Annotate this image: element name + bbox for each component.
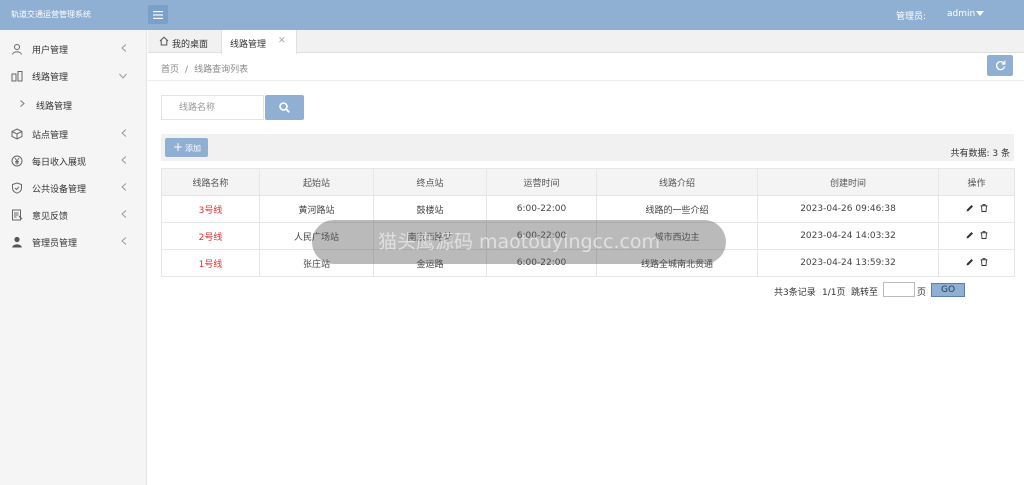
route-intro-cell: 线路的一些介绍	[596, 195, 758, 223]
pagination-pages: 1/1页	[822, 288, 846, 298]
tab-bar: 我的桌面 线路管理 ✕	[148, 30, 1024, 54]
sidebar-item-user-management[interactable]: 用户管理	[0, 35, 147, 62]
admin-user-icon	[12, 236, 22, 248]
admin-label: 管理员:	[896, 12, 927, 22]
column-header-end-station: 终点站	[373, 168, 487, 196]
table-toolbar: + 添加 共有数据: 3 条	[161, 134, 1014, 161]
tab-label: 线路管理	[230, 40, 267, 50]
created-time-cell: 2023-04-24 13:59:32	[757, 249, 939, 277]
top-header-bar: 轨道交通运营管理系统 管理员: admin	[0, 0, 1024, 30]
column-header-start-station: 起始站	[259, 168, 374, 196]
cube-icon	[11, 128, 23, 140]
breadcrumb-separator: /	[185, 65, 189, 75]
column-header-operating-hours: 运营时间	[486, 168, 597, 196]
operating-hours-cell: 6:00-22:00	[486, 195, 597, 223]
sidebar-subitem-label: 线路管理	[36, 102, 73, 112]
tab-label: 我的桌面	[172, 40, 209, 50]
home-icon	[159, 36, 169, 46]
actions-cell	[938, 195, 1015, 223]
hamburger-icon	[153, 11, 163, 19]
chevron-right-icon	[20, 100, 25, 107]
chevron-left-icon	[121, 129, 127, 137]
table-header-row: 线路名称 起始站 终点站 运营时间 线路介绍 创建时间 操作	[161, 168, 1015, 196]
route-name-cell: 1号线	[161, 249, 260, 277]
user-icon	[12, 44, 22, 55]
sidebar-item-daily-income[interactable]: 每日收入展现	[0, 147, 147, 174]
actions-cell	[938, 222, 1015, 250]
created-time-cell: 2023-04-24 14:03:32	[757, 222, 939, 250]
add-button[interactable]: + 添加	[165, 138, 208, 157]
search-icon	[279, 102, 290, 113]
sidebar-item-label: 用户管理	[32, 46, 69, 56]
caret-down-icon[interactable]	[976, 11, 984, 16]
actions-cell	[938, 249, 1015, 277]
sidebar-item-label: 公共设备管理	[32, 185, 87, 195]
tab-route-management[interactable]: 线路管理 ✕	[221, 30, 297, 54]
chevron-left-icon	[121, 237, 127, 245]
column-header-route-intro: 线路介绍	[596, 168, 758, 196]
sidebar-subitem-route-management[interactable]: 线路管理	[0, 91, 147, 118]
route-icon	[11, 71, 23, 82]
chevron-left-icon	[121, 156, 127, 164]
admin-user-menu[interactable]: admin	[947, 9, 975, 19]
column-header-route-name: 线路名称	[161, 168, 260, 196]
close-icon[interactable]: ✕	[278, 36, 286, 46]
sidebar-item-station-management[interactable]: 站点管理	[0, 120, 147, 147]
refresh-button[interactable]	[987, 55, 1013, 76]
chevron-left-icon	[121, 183, 127, 191]
add-button-label: 添加	[185, 144, 201, 153]
breadcrumb: 首页 / 线路查询列表	[161, 62, 248, 75]
sidebar-item-label: 意见反馈	[32, 212, 69, 222]
sidebar-item-public-equipment[interactable]: 公共设备管理	[0, 174, 147, 201]
column-header-created-time: 创建时间	[757, 168, 939, 196]
plus-icon: +	[173, 140, 184, 154]
yen-icon	[11, 155, 23, 167]
delete-icon[interactable]	[980, 257, 988, 266]
route-name-cell: 3号线	[161, 195, 260, 223]
end-station-cell: 鼓楼站	[373, 195, 487, 223]
edit-icon[interactable]	[966, 231, 974, 239]
table-row: 3号线 黄河路站 鼓楼站 6:00-22:00 线路的一些介绍 2023-04-…	[161, 195, 1015, 223]
shield-icon	[12, 182, 22, 194]
breadcrumb-home[interactable]: 首页	[161, 65, 179, 75]
total-count-text: 共有数据: 3 条	[950, 149, 1010, 159]
pagination-jump-label: 跳转至	[851, 288, 879, 298]
delete-icon[interactable]	[980, 203, 988, 212]
refresh-icon	[996, 60, 1006, 71]
feedback-icon	[12, 209, 23, 221]
tab-my-desktop[interactable]: 我的桌面	[148, 30, 220, 53]
chevron-left-icon	[121, 210, 127, 218]
sidebar-item-route-management[interactable]: 线路管理	[0, 62, 147, 89]
go-button[interactable]: GO	[931, 283, 965, 297]
edit-icon[interactable]	[966, 204, 974, 212]
chevron-down-icon	[119, 73, 127, 79]
sidebar-item-label: 线路管理	[32, 73, 69, 83]
sidebar: 用户管理 线路管理 线路管理 站点管理 每日收入展现 公共设备管理 意见反馈 管…	[0, 30, 147, 485]
search-button[interactable]	[265, 95, 304, 120]
breadcrumb-current: 线路查询列表	[194, 65, 249, 75]
page-jump-input[interactable]	[883, 282, 915, 297]
pagination-records: 共3条记录	[774, 288, 816, 298]
menu-toggle-button[interactable]	[148, 5, 168, 24]
sidebar-item-admin-management[interactable]: 管理员管理	[0, 228, 147, 255]
column-header-actions: 操作	[938, 168, 1015, 196]
sidebar-item-label: 每日收入展现	[32, 158, 87, 168]
chevron-left-icon	[121, 44, 127, 52]
created-time-cell: 2023-04-26 09:46:38	[757, 195, 939, 223]
content-divider	[148, 80, 1024, 81]
edit-icon[interactable]	[966, 258, 974, 266]
sidebar-item-label: 站点管理	[32, 131, 69, 141]
app-title: 轨道交通运营管理系统	[11, 10, 91, 19]
route-name-search-input[interactable]	[161, 95, 264, 120]
sidebar-item-feedback[interactable]: 意见反馈	[0, 201, 147, 228]
start-station-cell: 黄河路站	[259, 195, 374, 223]
pagination-suffix: 页	[917, 288, 927, 298]
route-name-cell: 2号线	[161, 222, 260, 250]
delete-icon[interactable]	[980, 230, 988, 239]
sidebar-item-label: 管理员管理	[32, 239, 78, 249]
watermark: 猫头鹰源码 maotouyingcc.com	[312, 220, 726, 264]
